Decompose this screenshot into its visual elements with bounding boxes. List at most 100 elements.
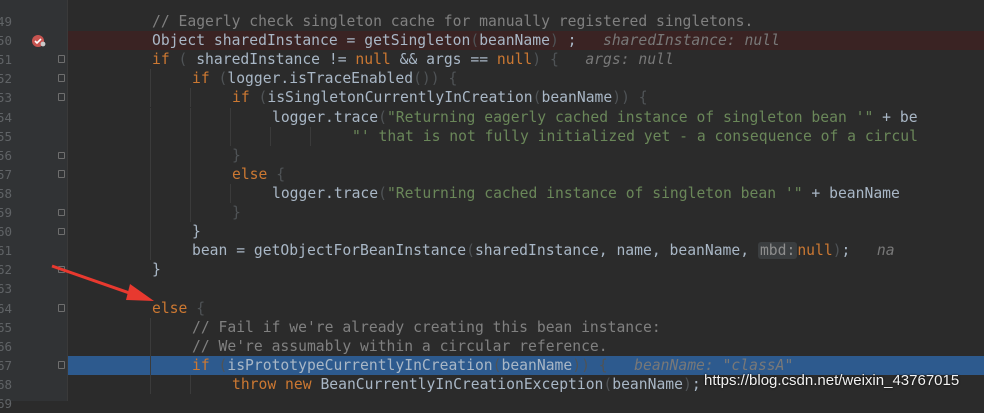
gutter-line[interactable]: 52 <box>0 69 68 88</box>
code-line[interactable] <box>68 394 984 401</box>
fold-marker-icon[interactable] <box>58 74 65 83</box>
breakpoint-line[interactable]: Object sharedInstance = getSingleton(bea… <box>68 31 984 51</box>
code-token: else <box>232 165 277 183</box>
gutter-line[interactable]: 53 <box>0 88 68 107</box>
gutter-line[interactable]: 65 <box>0 318 68 337</box>
code-line[interactable]: if (logger.isTraceEnabled()) { <box>68 69 984 89</box>
code-line[interactable]: logger.trace("Returning eagerly cached i… <box>68 107 984 127</box>
code-line[interactable]: // Fail if we're already creating this b… <box>68 317 984 337</box>
code-token: } <box>232 204 241 221</box>
line-number: 60 <box>0 224 12 240</box>
code-line[interactable]: // We're assumably within a circular ref… <box>68 336 984 356</box>
code-line[interactable]: if (isSingletonCurrentlyInCreation(beanN… <box>68 88 984 108</box>
line-number: 59 <box>0 205 12 220</box>
code-token: null <box>496 51 533 69</box>
gutter-line[interactable]: 56 <box>0 146 68 165</box>
code-line[interactable]: bean = getObjectForBeanInstance(sharedIn… <box>68 241 984 261</box>
code-token: ( <box>532 89 542 107</box>
code-token: ( <box>466 242 475 260</box>
code-text: } <box>232 203 241 222</box>
gutter-line[interactable]: 69 <box>0 394 68 413</box>
indent-guide <box>190 374 191 394</box>
gutter-line[interactable]: 66 <box>0 337 68 356</box>
indent-guide <box>150 317 151 337</box>
code-token: // Eagerly check singleton cache for man… <box>152 13 754 30</box>
code-text: if (logger.isTraceEnabled()) { <box>192 69 457 88</box>
code-token: beanName <box>501 356 573 374</box>
line-number: 65 <box>0 319 12 335</box>
code-line[interactable]: } <box>68 203 984 222</box>
code-line[interactable]: } <box>68 260 984 279</box>
code-line[interactable] <box>68 279 984 298</box>
fold-marker-icon[interactable] <box>58 228 65 236</box>
code-token: beanName <box>541 89 613 107</box>
indent-guide <box>150 355 151 375</box>
code-text: Object sharedInstance = getSingleton(bea… <box>152 31 780 50</box>
fold-marker-icon[interactable] <box>58 55 65 64</box>
fold-marker-icon[interactable] <box>58 209 65 216</box>
code-line[interactable]: } <box>68 145 984 165</box>
code-token: ) { <box>532 51 559 69</box>
fold-marker-icon[interactable] <box>58 360 65 369</box>
gutter-line[interactable]: 61 <box>0 241 68 260</box>
editor-gutter[interactable]: 49 50 51 52 53 54 55 56 57 58 59 60 61 62 63 64 65 66 67 68… <box>0 0 68 411</box>
code-line[interactable]: "' that is not fully initialized yet - a… <box>68 126 984 146</box>
indent-guide <box>230 126 231 146</box>
code-token: "' that is not fully initialized yet - a… <box>352 127 918 145</box>
code-line[interactable]: // Eagerly check singleton cache for man… <box>68 12 984 31</box>
line-number: 69 <box>0 396 12 411</box>
line-number: 50 <box>0 33 12 49</box>
code-line[interactable]: } <box>68 222 984 242</box>
code-line[interactable]: if ( sharedInstance != null && args == n… <box>68 50 984 69</box>
indent-guide <box>150 164 151 184</box>
code-text: } <box>192 222 201 241</box>
code-line[interactable]: else { <box>68 164 984 184</box>
gutter-line[interactable]: 57 <box>0 165 68 184</box>
line-number: 63 <box>0 281 12 297</box>
fold-marker-icon[interactable] <box>58 93 65 102</box>
indent-guide <box>150 241 151 261</box>
code-token: logger.isTraceEnabled <box>227 70 414 88</box>
code-token: beanName <box>479 32 550 50</box>
line-number: 49 <box>0 14 12 29</box>
code-token: sharedInstance != <box>187 51 356 69</box>
parameter-hint: mbd: <box>757 242 798 260</box>
gutter-line[interactable]: 60 <box>0 222 68 241</box>
code-token: && args == <box>390 51 497 69</box>
gutter-line[interactable]: 59 <box>0 203 68 222</box>
fold-marker-icon[interactable] <box>58 303 65 312</box>
indent-guide <box>190 203 191 222</box>
inline-debug-value: na <box>876 242 895 260</box>
breakpoint-icon[interactable] <box>30 33 48 49</box>
code-token: ) <box>832 242 842 260</box>
code-editor[interactable]: // Eagerly check singleton cache for man… <box>68 0 984 401</box>
gutter-line[interactable]: 49 <box>0 12 68 31</box>
line-number: 66 <box>0 338 12 354</box>
gutter-line[interactable]: 67 <box>0 356 68 375</box>
code-token: "Returning cached instance of singleton … <box>386 184 803 202</box>
code-token: logger.trace <box>272 184 379 202</box>
code-token: + beanName <box>802 184 900 202</box>
gutter-line[interactable]: 55 <box>0 127 68 146</box>
code-token: ; <box>691 375 701 393</box>
code-text: // Eagerly check singleton cache for man… <box>152 12 753 31</box>
code-line[interactable]: logger.trace("Returning cached instance … <box>68 183 984 203</box>
gutter-line[interactable]: 68 <box>0 375 68 394</box>
code-token: )) { <box>612 89 648 107</box>
gutter-line[interactable]: 51 <box>0 50 68 69</box>
code-token: Object <box>152 32 214 50</box>
fold-marker-icon[interactable] <box>58 169 65 178</box>
code-token: ( <box>378 184 387 202</box>
line-number: 56 <box>0 147 12 163</box>
code-token: "Returning eagerly cached instance of si… <box>386 108 874 126</box>
gutter-line[interactable]: 58 <box>0 184 68 203</box>
fold-marker-icon[interactable] <box>58 151 65 159</box>
line-number: 54 <box>0 109 12 125</box>
code-text: throw new BeanCurrentlyInCreationExcepti… <box>232 375 701 394</box>
gutter-line[interactable]: 54 <box>0 108 68 127</box>
code-text: // Fail if we're already creating this b… <box>192 318 661 337</box>
code-token: isSingletonCurrentlyInCreation <box>267 89 533 107</box>
code-line[interactable]: else { <box>68 299 984 318</box>
code-token: ( <box>492 356 502 374</box>
